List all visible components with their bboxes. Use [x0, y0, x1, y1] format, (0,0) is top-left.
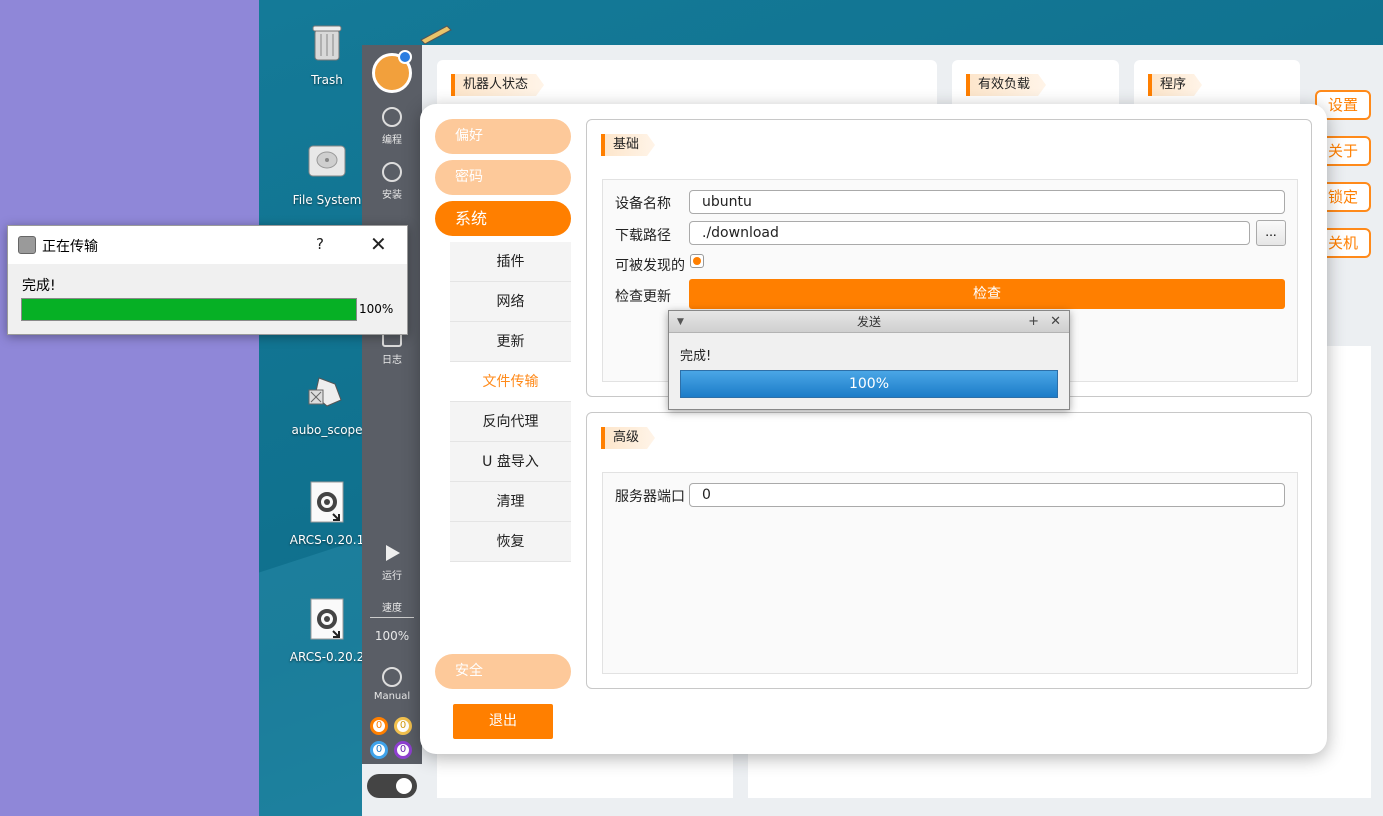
help-button[interactable]: ?	[316, 235, 324, 253]
io-count-analog-out[interactable]: 0	[394, 741, 412, 759]
server-port-input[interactable]: 0	[689, 483, 1285, 507]
io-count-digital-out[interactable]: 0	[394, 717, 412, 735]
menu-system[interactable]: 系统	[435, 201, 571, 236]
program-icon	[382, 107, 402, 127]
sidebar-item-label: 日志	[382, 355, 402, 366]
submenu-plugins[interactable]: 插件	[450, 242, 571, 282]
advanced-group: 高级 服务器端口 0	[586, 412, 1312, 689]
transfer-window: 正在传输 ? ✕ 完成! 100%	[7, 225, 408, 335]
logout-button[interactable]: 退出	[453, 704, 553, 739]
install-icon	[382, 162, 402, 182]
close-button[interactable]: ✕	[370, 232, 387, 256]
submenu-cleanup[interactable]: 清理	[450, 482, 571, 522]
server-port-label: 服务器端口	[615, 489, 685, 505]
transfer-progress-text: 100%	[359, 302, 394, 316]
download-path-input[interactable]: ./download	[689, 221, 1250, 245]
close-icon[interactable]: ✕	[1050, 311, 1061, 333]
gear-file-icon	[310, 481, 344, 523]
robot-status-title: 机器人状态	[451, 74, 544, 96]
submenu-file-transfer[interactable]: 文件传输	[450, 362, 571, 402]
run-icon	[386, 545, 400, 561]
speed-value[interactable]: 100%	[362, 629, 422, 643]
settings-dialog: 偏好 密码 系统 插件 网络 更新 文件传输 反向代理 U 盘导入 清理 恢复 …	[420, 104, 1327, 754]
sidebar-item-install[interactable]: 安装	[362, 162, 422, 201]
transfer-progress-track	[21, 298, 357, 321]
pencil-icon	[420, 25, 452, 44]
advanced-group-body: 服务器端口 0	[602, 472, 1298, 674]
manual-mode[interactable]: Manual	[362, 667, 422, 702]
menu-preferences[interactable]: 偏好	[435, 119, 571, 154]
submenu-reverse-proxy[interactable]: 反向代理	[450, 402, 571, 442]
menu-safety[interactable]: 安全	[435, 654, 571, 689]
io-count-digital-in[interactable]: 0	[370, 717, 388, 735]
submenu-usb-import[interactable]: U 盘导入	[450, 442, 571, 482]
app-icon	[18, 236, 36, 254]
app-sidebar: 编程 安装 日志 运行 速度 100% Manual 0 0 0 0	[362, 45, 422, 816]
send-dialog: ▼ 发送 + ✕ 完成! 100%	[668, 310, 1070, 410]
check-update-button[interactable]: 检查	[689, 279, 1285, 309]
drive-icon	[308, 145, 346, 177]
send-dialog-titlebar[interactable]: ▼ 发送 + ✕	[669, 311, 1069, 333]
app-icon	[308, 377, 342, 407]
transfer-message: 完成!	[22, 278, 56, 294]
submenu-restore[interactable]: 恢复	[450, 522, 571, 562]
transfer-window-titlebar[interactable]: 正在传输 ? ✕	[8, 226, 407, 264]
speed-label: 速度	[382, 603, 402, 614]
sidebar-item-program[interactable]: 编程	[362, 107, 422, 146]
submenu-update[interactable]: 更新	[450, 322, 571, 362]
toggle-switch[interactable]	[367, 774, 417, 798]
submenu-network[interactable]: 网络	[450, 282, 571, 322]
send-dialog-title: 发送	[856, 315, 881, 329]
send-progress-bar: 100%	[680, 370, 1058, 398]
robot-logo-icon[interactable]	[372, 50, 412, 93]
menu-arrow-icon[interactable]: ▼	[677, 311, 684, 333]
check-update-label: 检查更新	[615, 289, 671, 305]
system-submenu: 插件 网络 更新 文件传输 反向代理 U 盘导入 清理 恢复	[450, 242, 571, 562]
transfer-window-title: 正在传输	[42, 239, 98, 255]
advanced-group-title: 高级	[601, 427, 655, 449]
maximize-icon[interactable]: +	[1028, 311, 1039, 333]
sidebar-item-label: 编程	[382, 135, 402, 146]
gear-file-icon	[310, 598, 344, 640]
browse-button[interactable]: ...	[1256, 220, 1286, 246]
menu-password[interactable]: 密码	[435, 160, 571, 195]
sidebar-footer	[362, 764, 422, 816]
send-progress-text: 100%	[848, 376, 890, 392]
sidebar-item-run[interactable]: 运行	[362, 543, 422, 582]
toggle-knob	[394, 776, 414, 796]
divider	[370, 617, 414, 618]
io-count-analog-in[interactable]: 0	[370, 741, 388, 759]
hand-mode-icon	[382, 667, 402, 687]
payload-title: 有效负载	[966, 74, 1046, 96]
basic-group-title: 基础	[601, 134, 655, 156]
device-name-input[interactable]: ubuntu	[689, 190, 1285, 214]
discoverable-label: 可被发现的	[615, 258, 685, 274]
mode-label: Manual	[373, 691, 411, 702]
send-dialog-message: 完成!	[680, 349, 712, 364]
sidebar-item-label: 安装	[382, 190, 402, 201]
sidebar-item-label: 运行	[382, 571, 402, 582]
device-name-label: 设备名称	[615, 196, 671, 212]
transfer-progress-fill	[22, 299, 356, 320]
trash-icon	[312, 25, 342, 61]
discoverable-checkbox[interactable]	[690, 254, 704, 268]
download-path-label: 下载路径	[615, 228, 671, 244]
program-title: 程序	[1148, 74, 1202, 96]
